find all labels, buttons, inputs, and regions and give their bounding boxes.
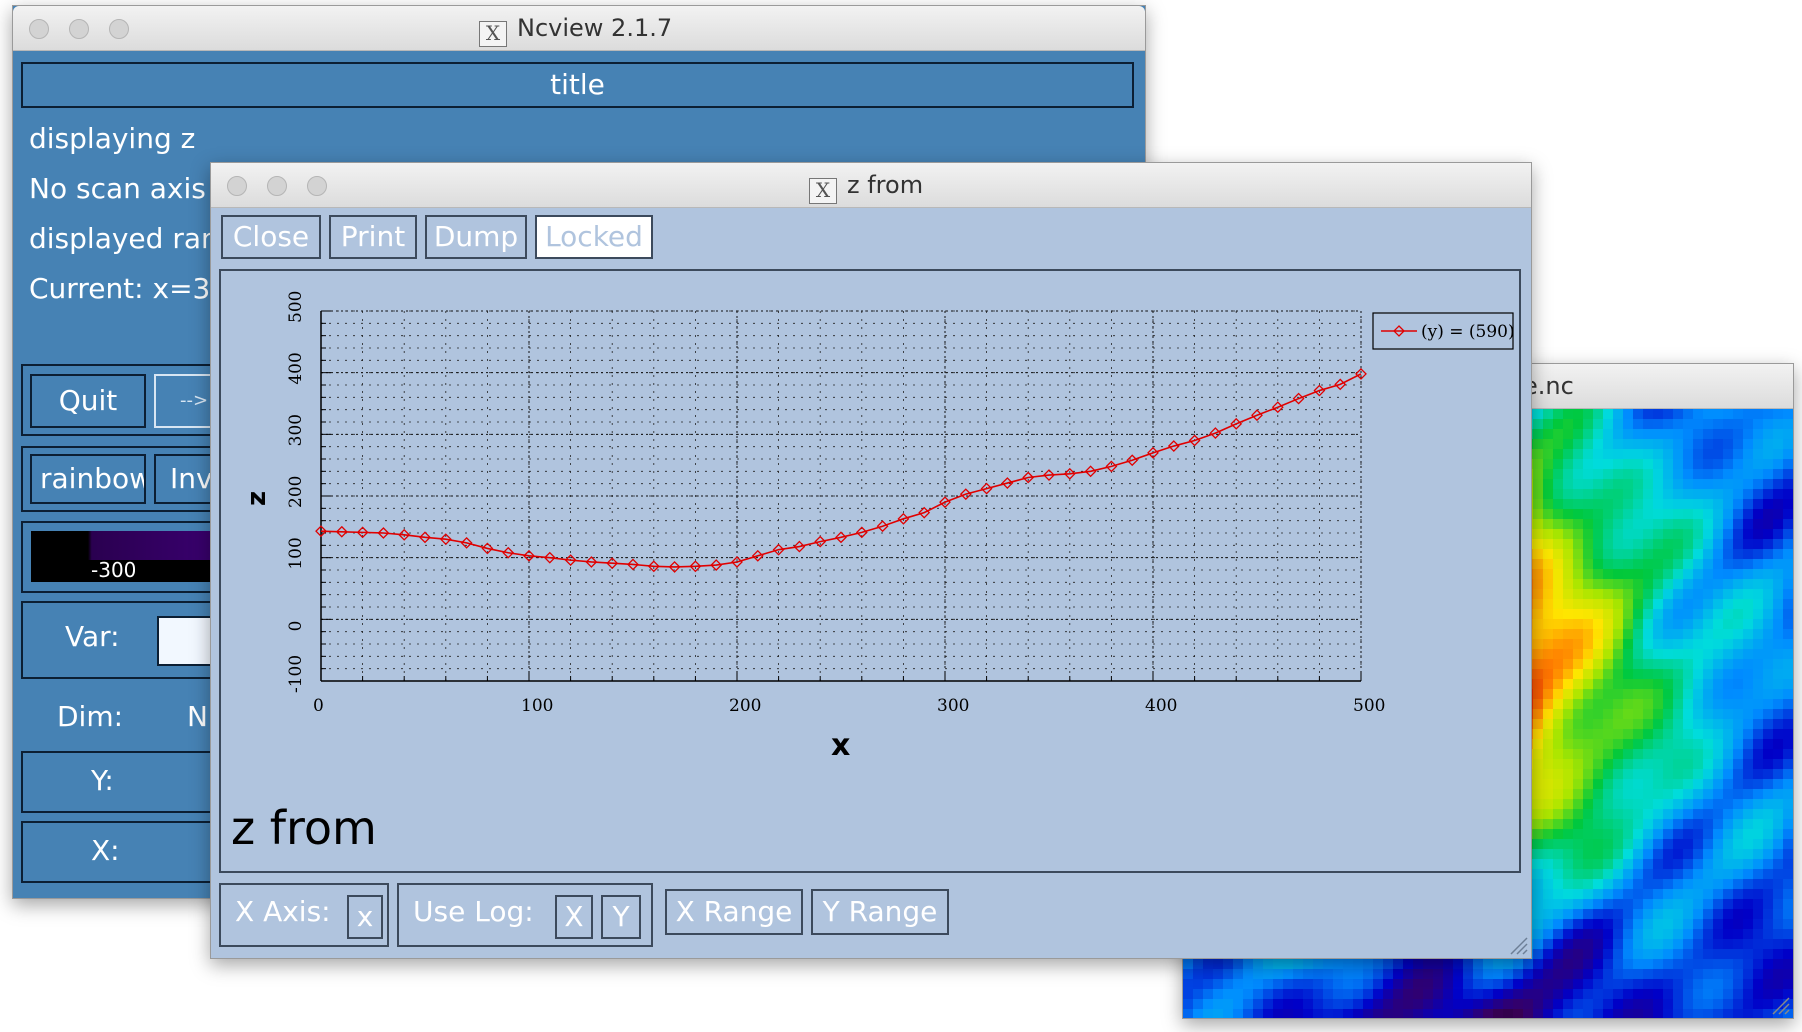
x11-app-icon: X xyxy=(479,21,507,47)
plot-caption: z from xyxy=(231,801,377,855)
x-axis-label: x xyxy=(831,728,850,763)
main-window-title-text: Ncview 2.1.7 xyxy=(517,14,673,42)
y-tick-label: 300 xyxy=(286,414,306,446)
minimize-window-icon[interactable] xyxy=(69,19,89,39)
x-axis-value-button[interactable]: x xyxy=(347,895,383,939)
dim-label: Dim: xyxy=(57,700,124,733)
minimize-window-icon[interactable] xyxy=(267,176,287,196)
zoom-window-icon[interactable] xyxy=(109,19,129,39)
x-tick-label: 400 xyxy=(1145,696,1177,716)
y-tick-label: 500 xyxy=(286,291,306,323)
data-title-bar: title xyxy=(21,62,1134,108)
x-tick-label: 200 xyxy=(729,696,761,716)
y-tick-label: 100 xyxy=(286,537,306,569)
x-dimension-row xyxy=(21,821,221,883)
print-button[interactable]: Print xyxy=(329,215,417,259)
y-range-button[interactable]: Y Range xyxy=(811,889,949,935)
dim-name-header: N xyxy=(187,700,208,733)
y-axis-label: z xyxy=(242,491,272,506)
x-dimension-label: X: xyxy=(91,834,120,867)
log-y-toggle[interactable]: Y xyxy=(601,895,641,939)
displaying-variable-text: displaying z xyxy=(29,122,196,155)
legend-entry: (y) = (590) xyxy=(1421,322,1515,342)
series-line xyxy=(320,373,1362,568)
close-window-icon[interactable] xyxy=(227,176,247,196)
colorbar-tick-label: -300 xyxy=(91,558,137,582)
plot-window: Xz from Close Print Dump Locked 0 100 200 3… xyxy=(210,162,1532,959)
x11-app-icon: X xyxy=(809,178,837,204)
scan-axis-text: No scan axis xyxy=(29,172,206,205)
resize-grip-icon[interactable] xyxy=(1507,934,1529,956)
y-tick-label: -100 xyxy=(286,655,306,693)
locked-button[interactable]: Locked xyxy=(535,215,653,259)
x-axis-selector-frame: X Axis: x xyxy=(219,883,389,947)
quit-button[interactable]: Quit xyxy=(30,374,146,428)
x-range-button[interactable]: X Range xyxy=(665,889,803,935)
main-window-title: X Ncview 2.1.7 xyxy=(479,6,672,50)
y-tick-label: 0 xyxy=(286,621,306,632)
log-x-toggle[interactable]: X xyxy=(555,895,593,939)
displayed-range-text: displayed ran xyxy=(29,222,219,255)
x-tick-label: 0 xyxy=(313,696,324,716)
x-tick-label: 100 xyxy=(521,696,553,716)
close-button[interactable]: Close xyxy=(221,215,321,259)
use-log-label: Use Log: xyxy=(413,895,534,928)
zoom-window-icon[interactable] xyxy=(307,176,327,196)
main-window-titlebar[interactable]: X Ncview 2.1.7 xyxy=(13,6,1145,51)
y-dimension-label: Y: xyxy=(91,764,114,797)
plot-window-title-text: z from xyxy=(847,171,924,199)
y-tick-label: 200 xyxy=(286,476,306,508)
resize-grip-icon[interactable] xyxy=(1769,994,1791,1016)
x-tick-label: 500 xyxy=(1353,696,1385,716)
close-window-icon[interactable] xyxy=(29,19,49,39)
use-log-frame: Use Log: X Y xyxy=(397,883,653,947)
y-tick-label: 400 xyxy=(286,352,306,384)
plot-window-titlebar[interactable]: Xz from xyxy=(211,163,1531,208)
y-dimension-row xyxy=(21,751,221,813)
var-label: Var: xyxy=(65,620,120,653)
plot-window-title: Xz from xyxy=(809,163,923,207)
line-chart: 0 100 200 300 400 500 -100 0 100 200 300 400 500 x z (y… xyxy=(242,291,1515,763)
plot-area: 0 100 200 300 400 500 -100 0 100 200 300 400 500 x z (y… xyxy=(219,269,1521,873)
x-tick-label: 300 xyxy=(937,696,969,716)
current-position-text: Current: x=38 xyxy=(29,272,229,305)
dump-button[interactable]: Dump xyxy=(425,215,527,259)
colormap-button[interactable]: rainbow xyxy=(30,454,146,504)
x-axis-label: X Axis: xyxy=(235,895,331,928)
